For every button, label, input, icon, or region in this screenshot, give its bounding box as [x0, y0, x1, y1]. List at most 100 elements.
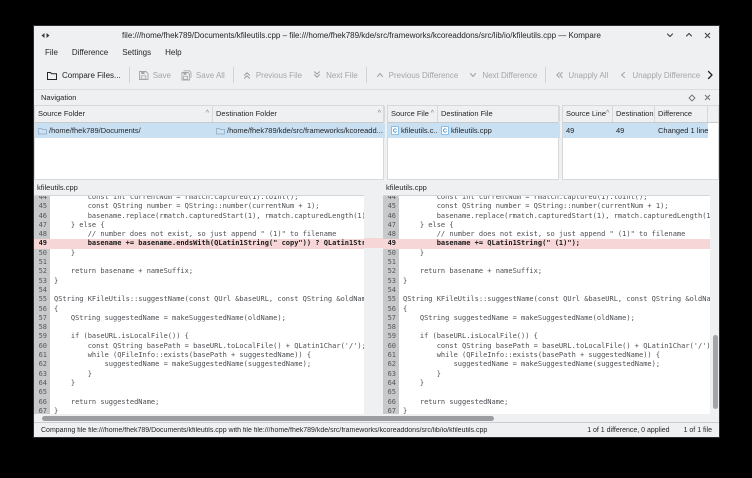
dock-float-icon[interactable] — [688, 94, 696, 102]
horizontal-scrollbar[interactable] — [34, 414, 710, 422]
line-number: 55 — [383, 295, 399, 304]
table-row[interactable]: /home/fhek789/Documents//home/fhek789/kd… — [35, 123, 383, 138]
code-text: } — [50, 249, 364, 258]
diff-connector — [364, 238, 383, 248]
code-line: 57 QString suggestedName = makeSuggested… — [34, 314, 364, 323]
next-difference-button[interactable]: Next Difference — [463, 64, 542, 86]
line-number: 56 — [383, 305, 399, 314]
compare-files-button[interactable]: Compare Files... — [41, 64, 126, 86]
line-number: 45 — [383, 202, 399, 211]
code-line: 60 const QString basePath = baseURL.toLo… — [383, 342, 710, 351]
code-text: // number does not exist, so just append… — [399, 230, 710, 239]
toolbar: Compare Files... Save Save All Previous Fil… — [34, 61, 719, 89]
column-header-destination-file[interactable]: Destination File — [438, 106, 560, 122]
code-line: 65 — [34, 388, 364, 397]
table-cell-text: Changed 1 line — [658, 123, 708, 138]
dock-close-icon[interactable] — [703, 93, 712, 102]
diff-changed-line[interactable]: 49 basename += QLatin1String(" (1)"); — [383, 239, 710, 248]
horizontal-scrollbar-thumb[interactable] — [42, 416, 494, 421]
status-files: 1 of 1 file — [684, 427, 712, 434]
code-text: } — [50, 370, 364, 379]
window-maximize-icon[interactable] — [684, 30, 694, 40]
table-row[interactable]: Ckfileutils.c...Ckfileutils.cpp — [388, 123, 558, 138]
menu-item-difference[interactable]: Difference — [65, 46, 115, 59]
toolbar-button-label: Save — [153, 71, 171, 80]
code-text: } — [50, 277, 364, 286]
code-text: return suggestedName; — [399, 398, 710, 407]
sort-ascending-icon: ^ — [206, 106, 209, 122]
code-line: 62 suggestedName = makeSuggestedName(sug… — [383, 360, 710, 369]
code-line: 54 — [34, 286, 364, 295]
destination-code-view: 44 const int currentNum = rmatch.capture… — [383, 196, 710, 414]
code-text: basename += basename.endsWith(QLatin1Str… — [50, 239, 364, 248]
column-header-destination-lir[interactable]: Destination Lir — [613, 106, 655, 122]
window-minimize-icon[interactable] — [665, 30, 675, 40]
vertical-scrollbar[interactable] — [712, 195, 718, 414]
column-header-label: Difference — [658, 106, 692, 122]
column-header-source-file[interactable]: Source File^ — [388, 106, 438, 122]
code-text: basename += QLatin1String(" (1)"); — [399, 239, 710, 248]
sort-ascending-icon: ^ — [378, 106, 381, 122]
previous-difference-button[interactable]: Previous Difference — [370, 64, 464, 86]
column-header-destination-folder[interactable]: Destination Folder^ — [213, 106, 385, 122]
column-header-source-line[interactable]: Source Line^ — [563, 106, 613, 122]
toolbar-button-label: Next File — [326, 71, 358, 80]
save-all-button[interactable]: Save All — [176, 64, 230, 86]
table-row[interactable]: 4949Changed 1 line — [563, 123, 718, 138]
line-number: 65 — [383, 388, 399, 397]
double-chevron-down-icon — [312, 70, 322, 80]
code-text: const QString basePath = baseURL.toLocal… — [399, 342, 710, 351]
menu-item-file[interactable]: File — [38, 46, 65, 59]
code-text — [50, 323, 364, 332]
code-text — [50, 286, 364, 295]
column-header-difference[interactable]: Difference — [655, 106, 708, 122]
code-line: 63 } — [34, 370, 364, 379]
source-code-view: 44 const int currentNum = rmatch.capture… — [34, 196, 364, 414]
code-line: 67} — [34, 407, 364, 414]
svg-text:C: C — [393, 129, 397, 135]
previous-file-button[interactable]: Previous File — [237, 64, 307, 86]
toolbar-button-label: Unapply Difference — [632, 71, 700, 80]
navigation-panel-1: Source File^Destination FileCkfileutils.… — [387, 105, 559, 180]
destination-pane-header: kfileutils.cpp — [383, 180, 710, 196]
diff-changed-line[interactable]: 49 basename += basename.endsWith(QLatin1… — [34, 239, 364, 248]
table-cell-text: 49 — [616, 123, 624, 138]
code-line: 67} — [383, 407, 710, 414]
code-text: QString KFileUtils::suggestName(const QU… — [399, 295, 710, 304]
chevron-left-icon — [618, 70, 628, 80]
code-text: while (QFileInfo::exists(basePath + sugg… — [50, 351, 364, 360]
vertical-scrollbar-thumb[interactable] — [713, 335, 718, 409]
unapply-difference-button[interactable]: Unapply Difference — [613, 64, 705, 86]
code-text: return basename + nameSuffix; — [50, 267, 364, 276]
code-text: } — [399, 370, 710, 379]
line-number: 65 — [34, 388, 50, 397]
next-file-button[interactable]: Next File — [307, 64, 363, 86]
line-number: 67 — [383, 407, 399, 414]
code-text: QString KFileUtils::suggestName(const QU… — [50, 295, 364, 304]
window-close-icon[interactable] — [703, 31, 712, 40]
unapply-all-button[interactable]: Unapply All — [549, 64, 613, 86]
code-line: 52 return basename + nameSuffix; — [383, 267, 710, 276]
code-line: 47 } else { — [383, 221, 710, 230]
save-icon — [138, 70, 149, 81]
toolbar-overflow-button[interactable] — [705, 69, 715, 81]
table-cell: 49 — [613, 123, 655, 138]
line-number: 62 — [383, 360, 399, 369]
window-title: file:///home/fhek789/Documents/kfileutil… — [64, 31, 659, 40]
save-button[interactable]: Save — [133, 64, 176, 86]
code-line: 59 if (baseURL.isLocalFile()) { — [34, 332, 364, 341]
line-number: 55 — [34, 295, 50, 304]
column-header-source-folder[interactable]: Source Folder^ — [35, 106, 213, 122]
code-line: 57 QString suggestedName = makeSuggested… — [383, 314, 710, 323]
line-number: 60 — [34, 342, 50, 351]
code-text — [50, 388, 364, 397]
titlebar[interactable]: file:///home/fhek789/Documents/kfileutil… — [34, 26, 719, 44]
toolbar-separator — [129, 67, 130, 83]
line-number: 59 — [34, 332, 50, 341]
status-message: Comparing file file:///home/fhek789/Docu… — [41, 427, 573, 434]
diff-splitter[interactable] — [364, 195, 383, 414]
menu-item-settings[interactable]: Settings — [115, 46, 158, 59]
line-number: 47 — [383, 221, 399, 230]
menu-item-help[interactable]: Help — [158, 46, 188, 59]
code-text: suggestedName = makeSuggestedName(sugges… — [50, 360, 364, 369]
